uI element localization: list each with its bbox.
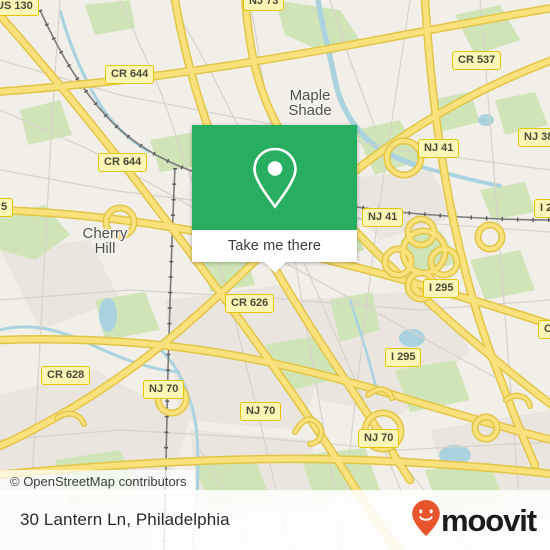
shield-cr-626: CR 626 [225,294,275,313]
moovit-map-screen: Maple Shade Cherry Hill US 130 NJ 73 CR … [0,0,550,550]
take-me-there-button[interactable]: Take me there [192,230,357,273]
bottom-info-bar: 30 Lantern Ln, Philadelphia moovit [0,490,550,550]
shield-i-295-edge: I 2 [534,199,550,218]
callout-tail [263,262,286,273]
moovit-logo[interactable]: moovit [411,499,537,542]
shield-cr-5-edge: CR 5 [0,198,14,217]
shield-cr-644-north: CR 644 [105,65,155,84]
shield-cr-628: CR 628 [41,366,91,385]
shield-cr-644-south: CR 644 [98,153,148,172]
map-pin-icon [248,145,302,211]
map-canvas[interactable]: Maple Shade Cherry Hill US 130 NJ 73 CR … [0,0,550,550]
map-vector-layer [0,0,550,550]
shield-nj-70-east: NJ 70 [358,429,400,448]
shield-nj-41-south: NJ 41 [362,208,404,227]
shield-nj-70-west: NJ 70 [143,380,185,399]
moovit-pin-smiley-icon [411,499,441,542]
shield-nj-70-center: NJ 70 [240,402,282,421]
shield-cr-537: CR 537 [452,51,502,70]
take-me-there-label: Take me there [227,238,322,254]
shield-i-295-upper: I 295 [423,279,460,298]
address-label: 30 Lantern Ln, Philadelphia [20,510,230,529]
shield-us-130: US 130 [0,0,39,16]
shield-cr-edge: C [538,320,550,339]
callout-pin-panel [192,125,357,230]
shield-nj-73: NJ 73 [243,0,285,11]
destination-callout-card[interactable]: Take me there [192,125,357,273]
shield-nj-41-north: NJ 41 [418,139,460,158]
shield-nj-38: NJ 38 [518,128,550,147]
moovit-wordmark: moovit [440,502,537,538]
shield-i-295-lower: I 295 [385,348,422,367]
